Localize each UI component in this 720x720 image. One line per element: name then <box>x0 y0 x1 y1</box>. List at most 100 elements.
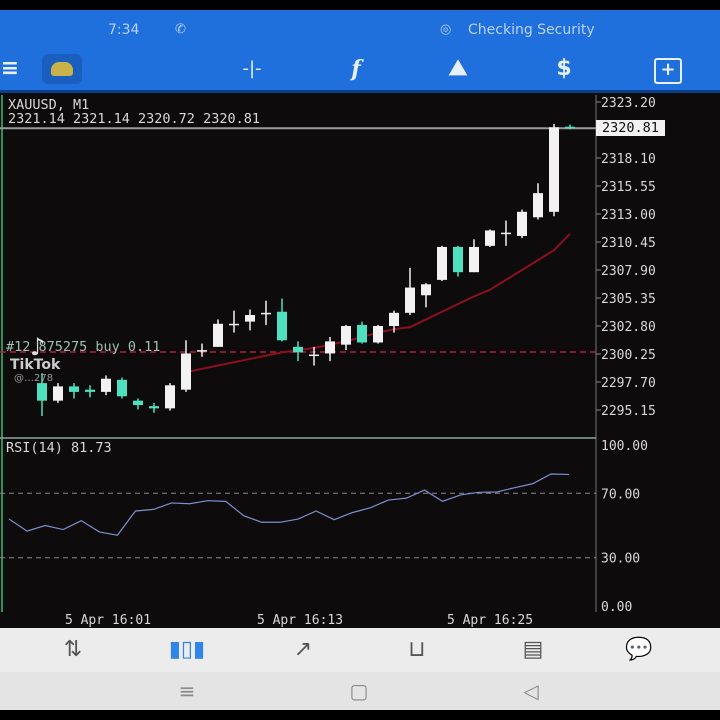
candle-body <box>261 312 271 315</box>
candle <box>309 346 319 366</box>
candle <box>117 377 127 399</box>
objects-icon[interactable]: ⛰ <box>440 54 476 84</box>
candle-body <box>389 312 399 326</box>
candle-body <box>293 346 303 353</box>
candle <box>165 383 175 411</box>
candle <box>85 385 95 398</box>
candle <box>357 321 367 344</box>
rsi-tick-label: 70.00 <box>601 487 640 502</box>
candle <box>373 324 383 344</box>
candle <box>69 383 79 399</box>
rsi-tick-label: 0.00 <box>601 600 632 615</box>
rsi-line <box>8 473 570 536</box>
time-axis-label: 5 Apr 16:13 <box>257 613 343 628</box>
home-icon[interactable]: ▢ <box>344 678 374 704</box>
candle <box>197 343 207 357</box>
candle-body <box>357 324 367 343</box>
price-tick-label: 2315.55 <box>601 180 656 195</box>
messages-icon[interactable]: 💬 <box>614 636 664 664</box>
candle-body <box>421 284 431 296</box>
price-tick-label: 2302.80 <box>601 320 656 335</box>
candle-body <box>37 383 47 401</box>
candle <box>469 239 479 273</box>
candle <box>181 340 191 392</box>
candle <box>517 209 527 239</box>
candle-body <box>469 246 479 273</box>
price-tick-label: 2297.70 <box>601 376 656 391</box>
history-icon[interactable]: ⊔ <box>392 636 442 664</box>
candle-body <box>245 315 255 322</box>
candle-body <box>165 385 175 409</box>
candle <box>533 183 543 220</box>
rsi-label: RSI(14) 81.73 <box>6 440 112 456</box>
candle <box>53 383 63 403</box>
price-tick-label: 2300.25 <box>601 348 656 363</box>
candle <box>485 229 495 247</box>
chart-canvas[interactable]: 2323.20 2318.10 2315.55 2313.00 2310.45 2307.… <box>0 93 720 628</box>
tiktok-user: @…278 <box>14 373 54 384</box>
candle-body <box>373 326 383 343</box>
candle-body <box>325 341 335 354</box>
current-price-label: 2320.81 <box>596 120 665 136</box>
time-axis-label: 5 Apr 16:01 <box>65 613 151 628</box>
chart-icon[interactable]: ▮▯▮ <box>162 636 212 664</box>
candle-body <box>517 211 527 236</box>
whatsapp-icon: ✆ <box>175 22 186 37</box>
time-axis-label: 5 Apr 16:25 <box>447 613 533 628</box>
candle <box>261 300 271 325</box>
status-bar: 7:34 ✆ ◎ Checking Security <box>0 10 720 52</box>
candle <box>421 283 431 308</box>
back-icon[interactable]: ◁ <box>516 678 546 704</box>
candle-body <box>549 127 559 212</box>
candle-body <box>197 350 207 352</box>
candle-body <box>117 379 127 397</box>
candle-body <box>101 378 111 392</box>
candle-body <box>565 126 575 129</box>
quotes-icon[interactable]: ⇅ <box>48 636 98 664</box>
bottom-navigation: ⇅ ▮▯▮ ↗ ⊔ ▤ 💬 <box>0 628 720 672</box>
candle <box>341 324 351 351</box>
price-tick-label: 2323.20 <box>601 96 656 111</box>
candle-body <box>133 400 143 406</box>
price-tick-label: 2313.00 <box>601 208 656 223</box>
candle-body <box>277 311 287 341</box>
crosshair-icon[interactable]: -|- <box>234 54 270 84</box>
app-logo-icon[interactable] <box>42 54 82 84</box>
price-tick-label: 2305.35 <box>601 292 656 307</box>
indicators-icon[interactable]: f <box>338 54 374 84</box>
candle <box>245 309 255 331</box>
price-chart[interactable]: 2323.20 2318.10 2315.55 2313.00 2310.45 2307.… <box>0 93 720 628</box>
trade-icon[interactable]: ↗ <box>278 636 328 664</box>
candle-body <box>181 353 191 390</box>
candle <box>213 319 223 347</box>
new-order-icon[interactable]: + <box>650 54 686 84</box>
candle-body <box>149 406 159 409</box>
candle <box>453 245 463 277</box>
candle <box>149 402 159 413</box>
candle-body <box>229 323 239 326</box>
shield-icon: ◎ <box>440 22 452 37</box>
trade-icon[interactable]: $ <box>546 54 582 84</box>
candle <box>133 398 143 410</box>
candle <box>501 220 511 246</box>
candle-body <box>437 246 447 280</box>
candle <box>277 298 287 342</box>
candle <box>325 336 335 362</box>
system-navigation: ≡ ▢ ◁ <box>0 672 720 710</box>
price-tick-label: 2318.10 <box>601 152 656 167</box>
recent-apps-icon[interactable]: ≡ <box>172 678 202 704</box>
candle <box>101 375 111 396</box>
candle <box>293 341 303 362</box>
candle-body <box>85 389 95 392</box>
menu-icon[interactable]: ≡ <box>0 54 28 84</box>
candle-body <box>501 232 511 235</box>
status-time: 7:34 <box>108 22 140 38</box>
candle <box>437 245 447 281</box>
price-tick-label: 2295.15 <box>601 404 656 419</box>
candle-body <box>53 386 63 401</box>
price-tick-label: 2307.90 <box>601 264 656 279</box>
candle-body <box>405 287 415 313</box>
news-icon[interactable]: ▤ <box>508 636 558 664</box>
candle <box>549 123 559 217</box>
candle-body <box>453 246 463 273</box>
